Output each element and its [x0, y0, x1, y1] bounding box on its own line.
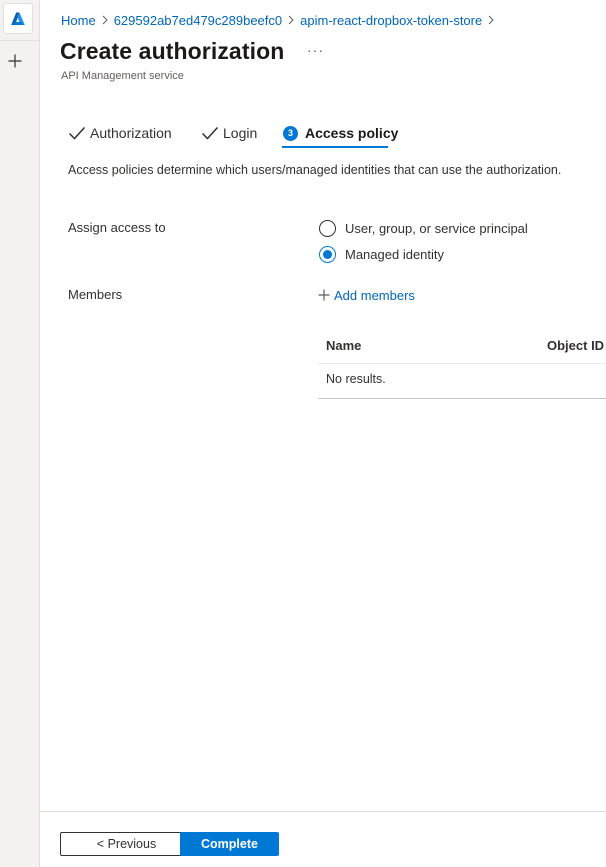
table-row: No results.	[318, 364, 606, 399]
column-header-object-id[interactable]: Object ID	[547, 338, 604, 353]
access-policy-description: Access policies determine which users/ma…	[68, 163, 562, 177]
chevron-right-icon	[282, 14, 300, 26]
tab-label: Authorization	[90, 125, 172, 141]
radio-user-group-service-principal[interactable]: User, group, or service principal	[319, 219, 528, 237]
radio-label: User, group, or service principal	[345, 220, 528, 236]
assign-access-label: Assign access to	[68, 220, 166, 235]
azure-logo-icon[interactable]	[3, 3, 33, 34]
tab-label: Access policy	[305, 125, 399, 141]
table-header-row: Name Object ID	[318, 330, 606, 364]
active-tab-indicator	[282, 146, 388, 148]
members-label: Members	[68, 287, 123, 302]
create-resource-plus-icon[interactable]	[4, 50, 26, 72]
tab-login[interactable]: Login	[201, 118, 257, 148]
add-members-link[interactable]: Add members	[318, 286, 415, 304]
radio-checked-icon	[319, 245, 336, 263]
chevron-right-icon	[96, 14, 114, 26]
step-number-badge: 3	[283, 125, 298, 141]
complete-button[interactable]: Complete	[180, 832, 279, 856]
tab-access-policy[interactable]: 3 Access policy	[283, 118, 398, 148]
add-members-label: Add members	[334, 287, 415, 303]
wizard-footer: < Previous Complete	[40, 811, 606, 867]
breadcrumb: Home 629592ab7ed479c289beefc0 apim-react…	[61, 11, 500, 29]
checkmark-icon	[201, 125, 221, 141]
column-header-name[interactable]: Name	[326, 338, 361, 353]
page-subtitle: API Management service	[61, 70, 184, 82]
tab-label: Login	[223, 125, 258, 141]
breadcrumb-resource-id-link[interactable]: 629592ab7ed479c289beefc0	[114, 13, 282, 28]
breadcrumb-home-link[interactable]: Home	[61, 13, 96, 28]
radio-managed-identity[interactable]: Managed identity	[319, 245, 444, 263]
left-rail	[0, 0, 40, 867]
empty-results-text: No results.	[326, 372, 386, 386]
plus-icon	[318, 289, 330, 301]
page-title: Create authorization	[60, 38, 285, 64]
tab-authorization[interactable]: Authorization	[68, 118, 172, 148]
members-table: Name Object ID No results.	[318, 330, 606, 399]
breadcrumb-service-link[interactable]: apim-react-dropbox-token-store	[300, 13, 482, 28]
chevron-right-icon	[482, 14, 500, 26]
checkmark-icon	[68, 125, 88, 141]
previous-button[interactable]: < Previous	[60, 832, 193, 856]
rail-divider	[0, 40, 39, 41]
radio-label: Managed identity	[345, 246, 445, 262]
radio-unchecked-icon	[319, 219, 336, 237]
more-options-icon[interactable]: ···	[307, 42, 324, 58]
